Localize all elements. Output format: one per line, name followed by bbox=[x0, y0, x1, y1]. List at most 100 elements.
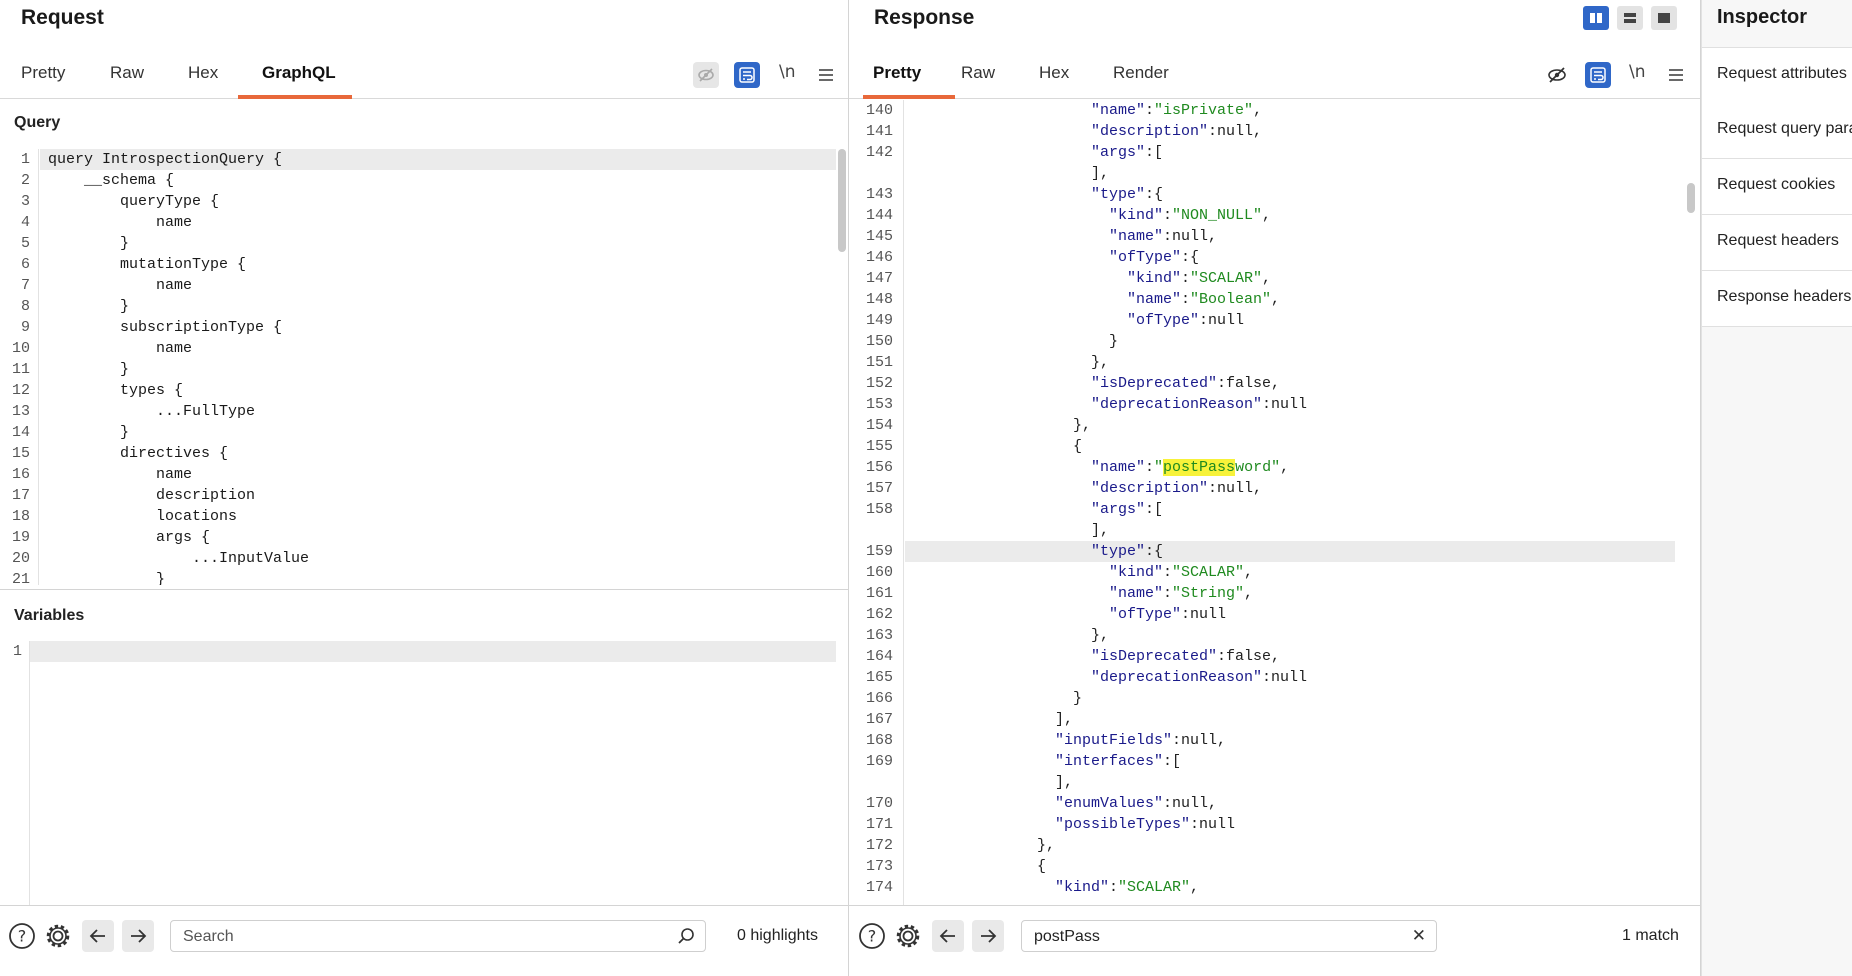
response-pane: Response Pretty Raw Hex Render \n 140 "na… bbox=[849, 0, 1701, 976]
code-text: "ofType":null bbox=[1127, 310, 1244, 331]
next-arrow-icon[interactable] bbox=[122, 920, 154, 952]
json-punct: :{ bbox=[1181, 249, 1200, 266]
response-editor[interactable]: 140 "name":"isPrivate", 141 "description":n… bbox=[849, 100, 1687, 905]
line-number: 5 bbox=[20, 235, 30, 252]
request-tab-hex[interactable]: Hex bbox=[188, 63, 218, 95]
settings-gear-icon[interactable] bbox=[42, 920, 74, 952]
hide-nonprinting-icon[interactable] bbox=[693, 62, 719, 88]
line-number: 174 bbox=[865, 879, 893, 896]
newline-toggle[interactable]: \n bbox=[1629, 62, 1646, 82]
json-string: "SCALAR" bbox=[1172, 564, 1245, 581]
line-number: 151 bbox=[865, 354, 893, 371]
inspector-item-label: Request cookies bbox=[1717, 176, 1836, 193]
query-scrollbar[interactable] bbox=[838, 149, 846, 252]
inspector-item-response-headers[interactable]: Response headers bbox=[1702, 271, 1852, 327]
inspector-title: Inspector bbox=[1717, 6, 1808, 28]
response-line: 154}, bbox=[849, 415, 1687, 436]
previous-arrow-icon[interactable] bbox=[932, 920, 964, 952]
previous-arrow-icon[interactable] bbox=[82, 920, 114, 952]
json-key: "possibleTypes" bbox=[1055, 816, 1191, 833]
json-punct: : bbox=[1145, 459, 1155, 476]
wrap-lines-icon[interactable] bbox=[734, 62, 760, 88]
inspector-item-request-headers[interactable]: Request headers bbox=[1702, 215, 1852, 271]
search-icon[interactable] bbox=[677, 927, 695, 950]
json-key: "deprecationReason" bbox=[1091, 396, 1263, 413]
next-arrow-icon[interactable] bbox=[972, 920, 1004, 952]
code-line: 5 } bbox=[10, 233, 848, 254]
json-punct: :null bbox=[1199, 312, 1245, 329]
response-line: 148 "name":"Boolean", bbox=[849, 289, 1687, 310]
response-tab-pretty[interactable]: Pretty bbox=[873, 63, 921, 95]
code-text: "isDeprecated":false, bbox=[1091, 646, 1280, 667]
json-punct: }, bbox=[1091, 627, 1110, 644]
menu-icon[interactable] bbox=[813, 62, 839, 88]
request-tab-raw[interactable]: Raw bbox=[110, 63, 144, 95]
line-number: 145 bbox=[865, 228, 893, 245]
inspector-item-label: Request attributes bbox=[1717, 65, 1847, 82]
json-key: "ofType" bbox=[1127, 312, 1200, 329]
code-text: }, bbox=[1037, 835, 1055, 856]
json-punct: } bbox=[1073, 690, 1083, 707]
code-line: 10 name bbox=[10, 338, 848, 359]
layout-side-by-side-icon[interactable] bbox=[1583, 6, 1609, 30]
code-text: "name":"Boolean", bbox=[1127, 289, 1280, 310]
request-tab-underline bbox=[238, 95, 352, 99]
help-icon[interactable]: ? bbox=[856, 920, 888, 952]
inspector-item-request-cookies[interactable]: Request cookies bbox=[1702, 159, 1852, 215]
query-lines: 1 query IntrospectionQuery {2 __schema {3… bbox=[10, 149, 848, 585]
code-text: "kind":"SCALAR", bbox=[1109, 562, 1253, 583]
json-punct: :false, bbox=[1217, 648, 1281, 665]
code-text: query IntrospectionQuery { bbox=[48, 151, 283, 168]
clear-search-icon[interactable]: ✕ bbox=[1412, 926, 1426, 946]
query-editor[interactable]: 1 query IntrospectionQuery {2 __schema {3… bbox=[10, 149, 848, 585]
response-search-input[interactable] bbox=[1032, 921, 1368, 953]
line-number: 141 bbox=[865, 123, 893, 140]
code-text: "interfaces":[ bbox=[1055, 751, 1181, 772]
json-punct: :{ bbox=[1145, 186, 1164, 203]
newline-toggle[interactable]: \n bbox=[779, 62, 796, 82]
settings-gear-icon[interactable] bbox=[892, 920, 924, 952]
code-text: }, bbox=[1073, 415, 1091, 436]
code-text: } bbox=[48, 571, 166, 585]
layout-stacked-icon[interactable] bbox=[1617, 6, 1643, 30]
line-number: 142 bbox=[865, 144, 893, 161]
query-variables-divider[interactable] bbox=[0, 589, 848, 590]
inspector-item-request-attributes[interactable]: Request attributes bbox=[1702, 47, 1852, 104]
code-text: "ofType":null bbox=[1109, 604, 1226, 625]
response-line: 153 "deprecationReason":null bbox=[849, 394, 1687, 415]
code-text: __schema { bbox=[48, 172, 175, 189]
svg-text:?: ? bbox=[18, 927, 27, 946]
inspector-item-request-query-parameters[interactable]: Request query parameters bbox=[1702, 103, 1852, 159]
response-tab-hex[interactable]: Hex bbox=[1039, 63, 1069, 95]
hide-nonprinting-icon[interactable] bbox=[1544, 62, 1570, 88]
wrap-lines-icon[interactable] bbox=[1585, 62, 1611, 88]
response-search-bar: ? ✕ 1 match bbox=[849, 905, 1700, 976]
line-number: 11 bbox=[11, 361, 30, 378]
request-tab-pretty[interactable]: Pretty bbox=[21, 63, 65, 95]
highlights-count: 0 highlights bbox=[737, 927, 818, 944]
line-number: 157 bbox=[865, 480, 893, 497]
line-number: 17 bbox=[11, 487, 30, 504]
request-search-input[interactable] bbox=[181, 921, 613, 953]
code-text: "name":"String", bbox=[1109, 583, 1253, 604]
response-tab-raw[interactable]: Raw bbox=[961, 63, 995, 95]
line-number: 2 bbox=[20, 172, 30, 189]
line-number: 1 bbox=[12, 643, 22, 660]
request-tab-graphql[interactable]: GraphQL bbox=[262, 63, 336, 95]
variables-editor[interactable]: 1 bbox=[10, 641, 848, 909]
response-line: 172}, bbox=[849, 835, 1687, 856]
response-line: 145 "name":null, bbox=[849, 226, 1687, 247]
layout-single-icon[interactable] bbox=[1651, 6, 1677, 30]
json-punct: , bbox=[1244, 585, 1254, 602]
response-tab-render[interactable]: Render bbox=[1113, 63, 1169, 95]
code-line: 21 } bbox=[10, 569, 848, 585]
request-pane: Request Pretty Raw Hex GraphQL \n Query … bbox=[0, 0, 849, 976]
code-text: "type":{ bbox=[1091, 541, 1163, 562]
match-count: 1 match bbox=[1622, 927, 1679, 944]
help-icon[interactable]: ? bbox=[6, 920, 38, 952]
response-scrollbar[interactable] bbox=[1687, 183, 1695, 213]
json-punct: :[ bbox=[1145, 144, 1164, 161]
menu-icon[interactable] bbox=[1663, 62, 1689, 88]
line-number: 12 bbox=[11, 382, 30, 399]
response-line: 174 "kind":"SCALAR", bbox=[849, 877, 1687, 898]
